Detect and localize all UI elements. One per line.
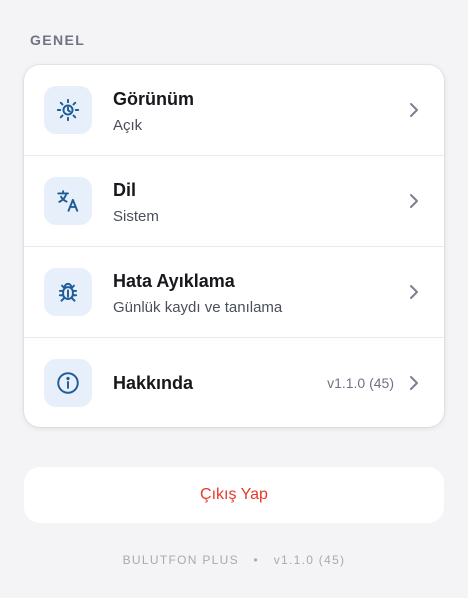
settings-row-debug[interactable]: Hata Ayıklama Günlük kaydı ve tanılama [24,247,444,337]
row-title: Hakkında [113,373,194,393]
row-subtitle: Açık [113,117,143,134]
row-subtitle: Sistem [113,208,159,225]
chevron-right-icon [410,285,418,299]
logout-button[interactable]: Çıkış Yap [24,467,444,523]
bug-icon [44,268,92,316]
settings-row-about[interactable]: Hakkında v1.1.0 (45) [24,338,444,427]
row-title: Görünüm [113,89,194,109]
info-icon [44,359,92,407]
chevron-right-icon [410,194,418,208]
theme-icon [44,86,92,134]
translate-icon [44,177,92,225]
footer-version: v1.1.0 (45) [273,553,346,567]
section-title: GENEL [30,32,86,48]
chevron-right-icon [410,376,418,390]
footer: BULUTFON PLUS • v1.1.0 (45) [0,553,468,567]
row-subtitle: Günlük kaydı ve tanılama [113,299,283,316]
footer-app-name: BULUTFON PLUS [122,553,239,567]
settings-row-appearance[interactable]: Görünüm Açık [24,65,444,155]
logout-label: Çıkış Yap [200,486,268,503]
settings-card: Görünüm Açık Dil Sistem Hata Ayıklama Gü… [24,65,444,427]
footer-separator: • [253,553,260,567]
settings-row-language[interactable]: Dil Sistem [24,156,444,246]
chevron-right-icon [410,103,418,117]
version-value: v1.1.0 (45) [327,375,394,391]
row-title: Hata Ayıklama [113,271,235,291]
row-title: Dil [113,180,137,200]
